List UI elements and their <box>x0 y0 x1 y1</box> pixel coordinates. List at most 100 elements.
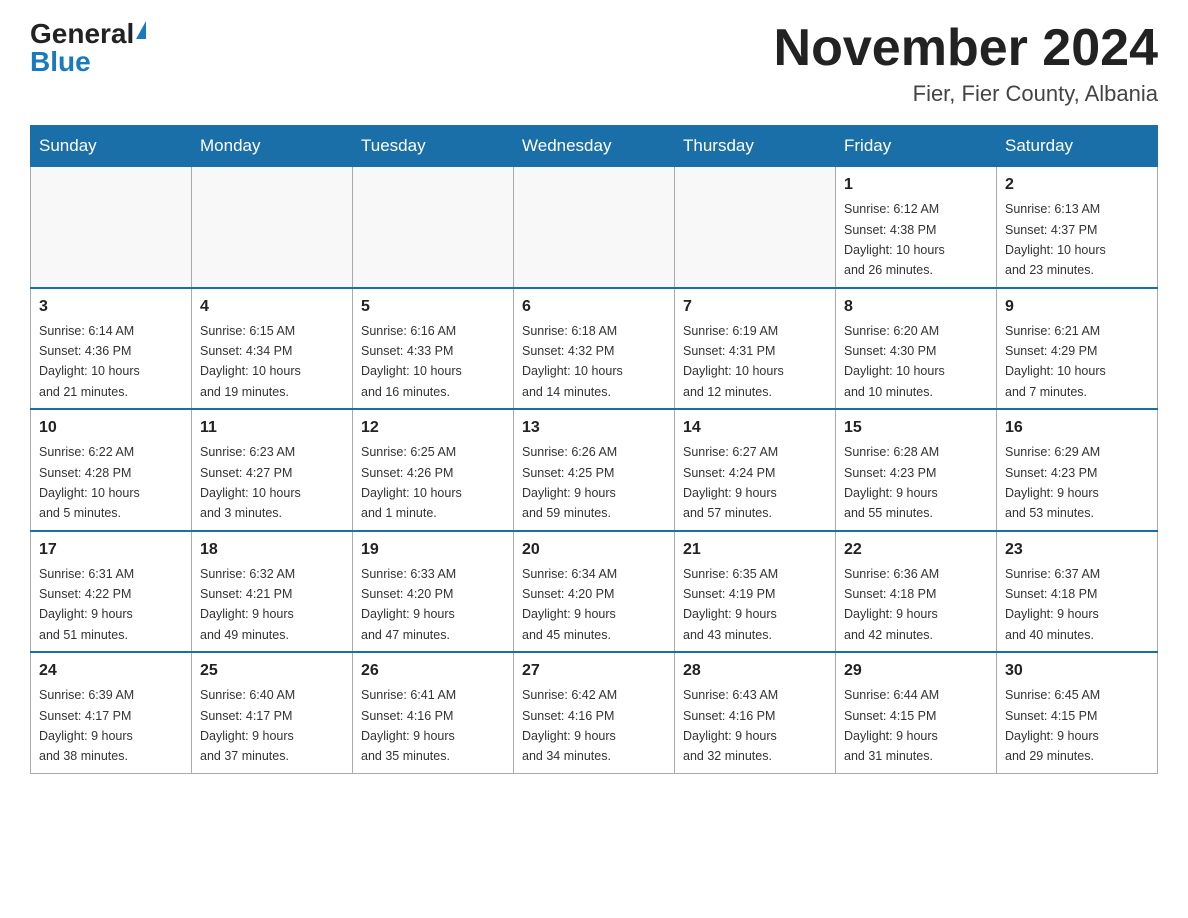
day-info: Sunrise: 6:19 AMSunset: 4:31 PMDaylight:… <box>683 324 784 399</box>
calendar-cell: 19Sunrise: 6:33 AMSunset: 4:20 PMDayligh… <box>353 531 514 653</box>
calendar-cell: 16Sunrise: 6:29 AMSunset: 4:23 PMDayligh… <box>997 409 1158 531</box>
calendar-week-row: 17 Sunrise: 6:31 AMSunset: 4:22 PMDayligh… <box>31 531 1158 653</box>
month-title: November 2024 <box>774 20 1158 77</box>
calendar-week-row: 3 Sunrise: 6:14 AMSunset: 4:36 PMDaylight… <box>31 288 1158 410</box>
day-info: Sunrise: 6:32 AMSunset: 4:21 PMDaylight:… <box>200 567 295 642</box>
day-number: 18 <box>200 538 344 562</box>
day-info: Sunrise: 6:28 AMSunset: 4:23 PMDaylight:… <box>844 445 939 520</box>
day-number: 8 <box>844 295 988 319</box>
logo-triangle-icon <box>136 21 146 39</box>
day-info: Sunrise: 6:37 AMSunset: 4:18 PMDaylight:… <box>1005 567 1100 642</box>
day-info: Sunrise: 6:13 AMSunset: 4:37 PMDaylight:… <box>1005 202 1106 277</box>
day-info: Sunrise: 6:36 AMSunset: 4:18 PMDaylight:… <box>844 567 939 642</box>
calendar-cell: 3 Sunrise: 6:14 AMSunset: 4:36 PMDaylight… <box>31 288 192 410</box>
calendar-cell: 17 Sunrise: 6:31 AMSunset: 4:22 PMDayligh… <box>31 531 192 653</box>
calendar-cell: 13 Sunrise: 6:26 AMSunset: 4:25 PMDayligh… <box>514 409 675 531</box>
logo: General Blue <box>30 20 146 76</box>
calendar-cell <box>353 167 514 288</box>
day-number: 13 <box>522 416 666 440</box>
calendar-cell: 18 Sunrise: 6:32 AMSunset: 4:21 PMDayligh… <box>192 531 353 653</box>
day-info: Sunrise: 6:35 AMSunset: 4:19 PMDaylight:… <box>683 567 778 642</box>
logo-general-text: General <box>30 20 134 48</box>
calendar-cell: 22 Sunrise: 6:36 AMSunset: 4:18 PMDayligh… <box>836 531 997 653</box>
day-number: 2 <box>1005 173 1149 197</box>
day-number: 27 <box>522 659 666 683</box>
day-info: Sunrise: 6:40 AMSunset: 4:17 PMDaylight:… <box>200 688 295 763</box>
day-number: 10 <box>39 416 183 440</box>
day-number: 24 <box>39 659 183 683</box>
day-number: 22 <box>844 538 988 562</box>
day-number: 17 <box>39 538 183 562</box>
day-number: 14 <box>683 416 827 440</box>
day-number: 7 <box>683 295 827 319</box>
day-number: 23 <box>1005 538 1149 562</box>
day-number: 29 <box>844 659 988 683</box>
day-info: Sunrise: 6:23 AMSunset: 4:27 PMDaylight:… <box>200 445 301 520</box>
day-info: Sunrise: 6:18 AMSunset: 4:32 PMDaylight:… <box>522 324 623 399</box>
day-number: 1 <box>844 173 988 197</box>
calendar-cell: 4Sunrise: 6:15 AMSunset: 4:34 PMDaylight… <box>192 288 353 410</box>
calendar-week-row: 1 Sunrise: 6:12 AMSunset: 4:38 PMDaylight… <box>31 167 1158 288</box>
day-number: 30 <box>1005 659 1149 683</box>
day-number: 3 <box>39 295 183 319</box>
day-info: Sunrise: 6:33 AMSunset: 4:20 PMDaylight:… <box>361 567 456 642</box>
calendar-cell: 29 Sunrise: 6:44 AMSunset: 4:15 PMDayligh… <box>836 652 997 773</box>
calendar-cell: 25 Sunrise: 6:40 AMSunset: 4:17 PMDayligh… <box>192 652 353 773</box>
weekday-header-sunday: Sunday <box>31 126 192 167</box>
day-info: Sunrise: 6:21 AMSunset: 4:29 PMDaylight:… <box>1005 324 1106 399</box>
calendar-cell: 1 Sunrise: 6:12 AMSunset: 4:38 PMDaylight… <box>836 167 997 288</box>
weekday-header-friday: Friday <box>836 126 997 167</box>
logo-blue-text: Blue <box>30 46 91 77</box>
calendar-cell: 7 Sunrise: 6:19 AMSunset: 4:31 PMDaylight… <box>675 288 836 410</box>
day-info: Sunrise: 6:15 AMSunset: 4:34 PMDaylight:… <box>200 324 301 399</box>
calendar-cell <box>514 167 675 288</box>
day-info: Sunrise: 6:45 AMSunset: 4:15 PMDaylight:… <box>1005 688 1100 763</box>
day-number: 20 <box>522 538 666 562</box>
calendar-cell: 23 Sunrise: 6:37 AMSunset: 4:18 PMDayligh… <box>997 531 1158 653</box>
calendar-cell: 14 Sunrise: 6:27 AMSunset: 4:24 PMDayligh… <box>675 409 836 531</box>
calendar-cell: 9 Sunrise: 6:21 AMSunset: 4:29 PMDaylight… <box>997 288 1158 410</box>
day-info: Sunrise: 6:16 AMSunset: 4:33 PMDaylight:… <box>361 324 462 399</box>
day-info: Sunrise: 6:26 AMSunset: 4:25 PMDaylight:… <box>522 445 617 520</box>
weekday-header-tuesday: Tuesday <box>353 126 514 167</box>
day-info: Sunrise: 6:27 AMSunset: 4:24 PMDaylight:… <box>683 445 778 520</box>
day-info: Sunrise: 6:43 AMSunset: 4:16 PMDaylight:… <box>683 688 778 763</box>
location-title: Fier, Fier County, Albania <box>774 81 1158 107</box>
day-info: Sunrise: 6:41 AMSunset: 4:16 PMDaylight:… <box>361 688 456 763</box>
day-info: Sunrise: 6:14 AMSunset: 4:36 PMDaylight:… <box>39 324 140 399</box>
day-number: 6 <box>522 295 666 319</box>
day-number: 5 <box>361 295 505 319</box>
calendar-week-row: 10Sunrise: 6:22 AMSunset: 4:28 PMDayligh… <box>31 409 1158 531</box>
page-header: General Blue November 2024 Fier, Fier Co… <box>30 20 1158 107</box>
day-info: Sunrise: 6:31 AMSunset: 4:22 PMDaylight:… <box>39 567 134 642</box>
calendar-cell: 6 Sunrise: 6:18 AMSunset: 4:32 PMDaylight… <box>514 288 675 410</box>
day-number: 16 <box>1005 416 1149 440</box>
day-number: 28 <box>683 659 827 683</box>
calendar-cell: 2 Sunrise: 6:13 AMSunset: 4:37 PMDaylight… <box>997 167 1158 288</box>
day-number: 26 <box>361 659 505 683</box>
day-number: 25 <box>200 659 344 683</box>
calendar-cell <box>31 167 192 288</box>
calendar-cell: 30 Sunrise: 6:45 AMSunset: 4:15 PMDayligh… <box>997 652 1158 773</box>
day-number: 11 <box>200 416 344 440</box>
calendar-week-row: 24 Sunrise: 6:39 AMSunset: 4:17 PMDayligh… <box>31 652 1158 773</box>
day-info: Sunrise: 6:39 AMSunset: 4:17 PMDaylight:… <box>39 688 134 763</box>
calendar-cell: 21 Sunrise: 6:35 AMSunset: 4:19 PMDayligh… <box>675 531 836 653</box>
day-number: 9 <box>1005 295 1149 319</box>
weekday-header-row: SundayMondayTuesdayWednesdayThursdayFrid… <box>31 126 1158 167</box>
day-info: Sunrise: 6:42 AMSunset: 4:16 PMDaylight:… <box>522 688 617 763</box>
day-info: Sunrise: 6:44 AMSunset: 4:15 PMDaylight:… <box>844 688 939 763</box>
calendar-cell: 5 Sunrise: 6:16 AMSunset: 4:33 PMDaylight… <box>353 288 514 410</box>
calendar-cell: 11 Sunrise: 6:23 AMSunset: 4:27 PMDayligh… <box>192 409 353 531</box>
day-number: 12 <box>361 416 505 440</box>
day-number: 15 <box>844 416 988 440</box>
calendar-cell: 26 Sunrise: 6:41 AMSunset: 4:16 PMDayligh… <box>353 652 514 773</box>
calendar-cell <box>675 167 836 288</box>
title-area: November 2024 Fier, Fier County, Albania <box>774 20 1158 107</box>
day-number: 21 <box>683 538 827 562</box>
day-info: Sunrise: 6:12 AMSunset: 4:38 PMDaylight:… <box>844 202 945 277</box>
day-info: Sunrise: 6:25 AMSunset: 4:26 PMDaylight:… <box>361 445 462 520</box>
calendar-cell: 8Sunrise: 6:20 AMSunset: 4:30 PMDaylight… <box>836 288 997 410</box>
calendar-table: SundayMondayTuesdayWednesdayThursdayFrid… <box>30 125 1158 774</box>
weekday-header-thursday: Thursday <box>675 126 836 167</box>
